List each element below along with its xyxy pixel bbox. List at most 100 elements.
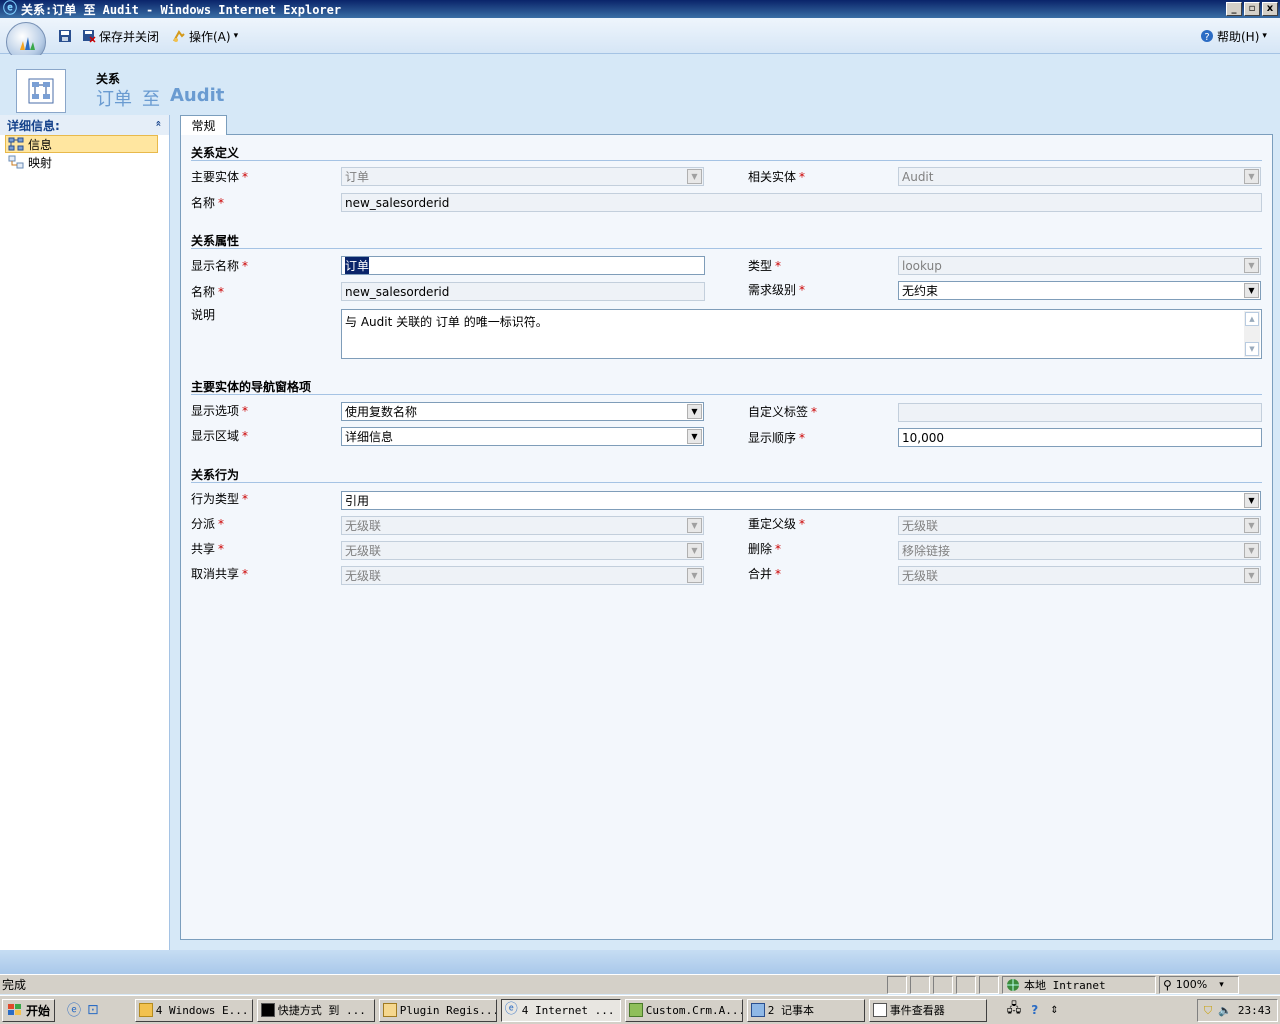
reparent-select[interactable]: 无级联 ▼ xyxy=(898,516,1261,535)
section-divider xyxy=(191,248,1262,249)
volume-icon[interactable]: 🔈 xyxy=(1218,1004,1232,1017)
share-value: 无级联 xyxy=(345,544,382,558)
nav-section-label: 详细信息: xyxy=(7,118,60,133)
assign-select[interactable]: 无级联 ▼ xyxy=(341,516,704,535)
scroll-up-icon[interactable]: ▲ xyxy=(1245,312,1259,326)
requirement-level-select[interactable]: 无约束 ▼ xyxy=(898,281,1261,300)
unshare-value: 无级联 xyxy=(345,569,382,583)
help-label: 帮助(H) xyxy=(1217,29,1260,44)
start-button[interactable]: 开始 xyxy=(2,998,56,1022)
taskbar-button-shortcut[interactable]: 快捷方式 到 ... xyxy=(256,998,375,1022)
display-option-label: 显示选项 * xyxy=(191,404,249,418)
chevron-down-icon[interactable]: ▼ xyxy=(1244,518,1259,533)
section-divider xyxy=(191,482,1262,483)
chevron-down-icon[interactable]: ▼ xyxy=(1244,543,1259,558)
close-button[interactable]: x xyxy=(1262,2,1278,16)
chevron-down-icon: ▾ xyxy=(1219,979,1224,990)
chevron-down-icon[interactable]: ▼ xyxy=(1244,169,1259,184)
display-name-input[interactable]: 订单 xyxy=(341,256,705,275)
actions-menu[interactable]: 操作(A) ▾ xyxy=(172,27,238,45)
behavior-type-select[interactable]: 引用 ▼ xyxy=(341,491,1261,510)
required-mark: * xyxy=(775,567,782,581)
save-button[interactable] xyxy=(58,27,72,45)
chevron-down-icon[interactable]: ▼ xyxy=(1244,568,1259,583)
required-mark: * xyxy=(775,542,782,556)
ie-quicklaunch-icon[interactable]: ⓔ xyxy=(67,1000,81,1020)
required-mark: * xyxy=(242,170,249,184)
chevron-down-icon[interactable]: ▼ xyxy=(687,404,702,419)
folder-icon xyxy=(138,1003,153,1017)
taskbar-button-label: Plugin Regis... xyxy=(399,1003,497,1017)
taskbar-button-ie[interactable]: ⓔ 4 Internet ... xyxy=(500,998,621,1022)
primary-entity-value: 订单 xyxy=(345,170,370,184)
record-title: 订单 至 Audit xyxy=(96,85,224,111)
display-area-select[interactable]: 详细信息 ▼ xyxy=(341,427,704,446)
behavior-type-label: 行为类型 * xyxy=(191,492,249,506)
taskbar-button-plugin[interactable]: Plugin Regis... xyxy=(378,998,497,1022)
display-area-value: 详细信息 xyxy=(345,430,394,444)
minimize-button[interactable]: _ xyxy=(1226,2,1242,16)
nav-item-info[interactable]: 信息 xyxy=(5,135,158,153)
required-mark: * xyxy=(811,405,818,419)
description-scrollbar[interactable]: ▲ ▼ xyxy=(1244,311,1260,357)
taskbar-button-explorer[interactable]: 4 Windows E... xyxy=(134,998,253,1022)
scroll-down-icon[interactable]: ▼ xyxy=(1245,342,1259,356)
browser-statusbar: 完成 本地 Intranet ⚲ 100% ▾ xyxy=(0,974,1280,994)
display-option-select[interactable]: 使用复数名称 ▼ xyxy=(341,402,704,421)
taskbar-button-notepad[interactable]: 2 记事本 xyxy=(746,998,865,1022)
zone-label: 本地 Intranet xyxy=(1024,978,1106,992)
help-menu[interactable]: ? 帮助(H) ▾ xyxy=(1200,27,1267,45)
save-close-icon xyxy=(83,30,96,43)
display-area-label: 显示区域 * xyxy=(191,429,249,443)
help-icon: ? xyxy=(1201,30,1213,43)
status-cell xyxy=(910,975,930,994)
save-and-close-label: 保存并关闭 xyxy=(99,29,160,44)
definition-name-field[interactable]: new_salesorderid xyxy=(341,193,1262,212)
attribute-name-label: 名称 * xyxy=(191,285,225,299)
primary-entity-select[interactable]: 订单 ▼ xyxy=(341,167,704,186)
delete-value: 移除链接 xyxy=(902,544,951,558)
chevron-down-icon[interactable]: ▼ xyxy=(687,568,702,583)
delete-select[interactable]: 移除链接 ▼ xyxy=(898,541,1261,560)
share-select[interactable]: 无级联 ▼ xyxy=(341,541,704,560)
tab-general[interactable]: 常规 xyxy=(180,115,227,135)
save-and-close-button[interactable]: 保存并关闭 xyxy=(82,27,159,45)
system-tray: ⛉ 🔈 23:43 xyxy=(1196,999,1278,1022)
taskbar-button-custom[interactable]: Custom.Crm.A... xyxy=(624,998,743,1022)
tray-expand-icon[interactable]: ⇕ xyxy=(1050,1005,1058,1016)
attribute-name-field[interactable]: new_salesorderid xyxy=(341,282,705,301)
chevron-down-icon[interactable]: ▼ xyxy=(687,543,702,558)
chevron-down-icon[interactable]: ▼ xyxy=(1244,258,1259,273)
form-header: 关系 订单 至 Audit xyxy=(0,55,1280,115)
related-entity-select[interactable]: Audit ▼ xyxy=(898,167,1261,186)
shield-icon[interactable]: ⛉ xyxy=(1204,1004,1212,1018)
title-to: Audit xyxy=(170,85,225,106)
taskbar-button-eventviewer[interactable]: 事件查看器 xyxy=(868,998,987,1022)
window-title: 关系:订单 至 Audit - Windows Internet Explore… xyxy=(21,2,342,17)
help-tray-icon[interactable]: ? xyxy=(1031,1003,1038,1017)
custom-label-input[interactable] xyxy=(898,403,1262,422)
help-dropdown-icon: ▾ xyxy=(1262,31,1267,41)
network-tray-icon[interactable]: 🖧 xyxy=(1007,999,1022,1021)
zoom-control[interactable]: ⚲ 100% ▾ xyxy=(1159,975,1239,994)
chevron-down-icon[interactable]: ▼ xyxy=(1244,493,1259,508)
merge-select[interactable]: 无级联 ▼ xyxy=(898,566,1261,585)
type-select[interactable]: lookup ▼ xyxy=(898,256,1261,275)
nav-item-mappings[interactable]: 映射 xyxy=(0,153,169,171)
save-icon xyxy=(59,30,71,42)
notepad-icon xyxy=(750,1003,765,1017)
nav-section-header[interactable]: 详细信息: « xyxy=(0,115,169,135)
chevron-down-icon[interactable]: ▼ xyxy=(687,429,702,444)
requirement-level-value: 无约束 xyxy=(902,284,939,298)
ie-icon: ⓔ xyxy=(504,1002,518,1017)
window-icon xyxy=(382,1003,397,1017)
restore-button[interactable]: ▫ xyxy=(1244,2,1260,16)
display-order-input[interactable]: 10,000 xyxy=(898,428,1262,447)
chevron-down-icon[interactable]: ▼ xyxy=(687,169,702,184)
unshare-select[interactable]: 无级联 ▼ xyxy=(341,566,704,585)
desktop-quicklaunch-icon[interactable]: ⊡ xyxy=(87,1002,99,1018)
chevron-down-icon[interactable]: ▼ xyxy=(687,518,702,533)
description-textarea[interactable]: 与 Audit 关联的 订单 的唯一标识符。 ▲ ▼ xyxy=(341,309,1262,359)
chevron-down-icon[interactable]: ▼ xyxy=(1244,283,1259,298)
collapse-icon[interactable]: « xyxy=(152,120,163,126)
